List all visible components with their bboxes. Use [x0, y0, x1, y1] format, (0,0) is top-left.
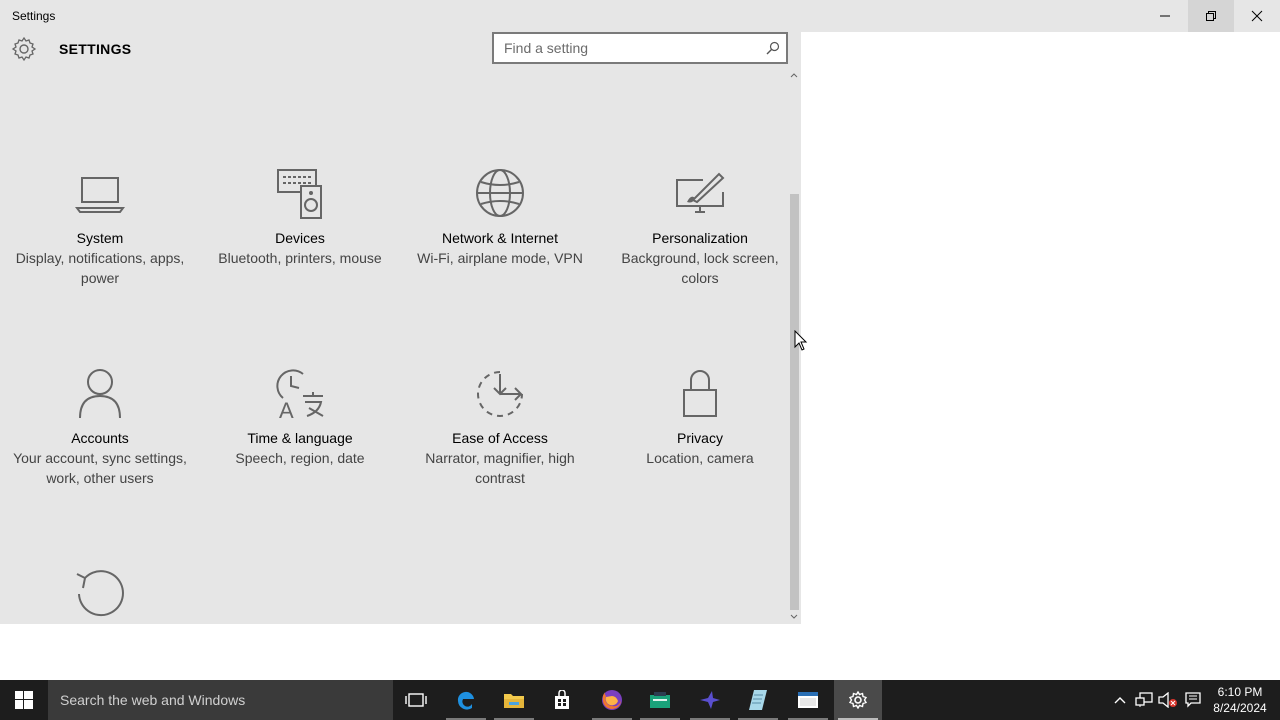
restore-icon	[1206, 11, 1216, 21]
tile-name: Ease of Access	[452, 430, 548, 446]
person-icon	[79, 369, 121, 419]
tile-name: Network & Internet	[442, 230, 558, 246]
tile-name: System	[76, 230, 124, 246]
search-input[interactable]	[494, 34, 754, 62]
page-title: SETTINGS	[59, 41, 132, 57]
tile-description: Location, camera	[646, 450, 754, 466]
file-explorer-icon	[504, 694, 524, 708]
store-icon	[555, 690, 569, 709]
mouse-cursor-icon	[794, 330, 808, 351]
task-view-icon	[405, 693, 427, 707]
show-hidden-icons-button[interactable]	[1110, 690, 1130, 710]
scroll-down-button[interactable]	[787, 610, 801, 624]
firefox-icon	[602, 690, 622, 710]
network-tray-button[interactable]	[1134, 690, 1154, 710]
tile-description: Your account, sync settings, work, other…	[13, 450, 187, 486]
update-refresh-icon	[76, 570, 124, 617]
paint-icon	[676, 172, 725, 213]
taskbar-bird-app[interactable]	[686, 680, 734, 720]
settings-gear-icon	[849, 691, 867, 709]
svg-text:A: A	[279, 398, 294, 422]
tile-name: Privacy	[677, 430, 723, 446]
network-icon	[1135, 692, 1153, 707]
chevron-down-icon	[790, 614, 798, 619]
laptop-icon	[75, 177, 125, 213]
taskbar-terminal[interactable]	[784, 680, 832, 720]
tile-description: Display, notifications, apps, power	[15, 250, 185, 286]
windows-logo-icon	[15, 691, 33, 709]
clock-time: 6:10 PM	[1217, 685, 1263, 699]
tile-description: Background, lock screen, colors	[621, 250, 779, 286]
taskbar-firefox[interactable]	[588, 680, 636, 720]
taskbar-store[interactable]	[538, 680, 586, 720]
taskbar-file-explorer[interactable]	[490, 680, 538, 720]
tile-update-security[interactable]	[10, 568, 190, 624]
tile-accounts[interactable]: Accounts Your account, sync settings, wo…	[10, 368, 190, 488]
action-center-button[interactable]	[1183, 690, 1203, 710]
taskbar-search-text: Search the web and Windows	[60, 692, 246, 708]
title-bar: Settings	[0, 0, 1280, 32]
notification-icon	[1185, 692, 1201, 708]
devices-icon	[277, 169, 322, 219]
search-icon[interactable]	[766, 41, 780, 55]
taskbar-notepad[interactable]	[734, 680, 782, 720]
clock-date: 8/24/2024	[1213, 701, 1267, 715]
edge-icon	[457, 691, 474, 710]
tile-ease-of-access[interactable]: Ease of Access Narrator, magnifier, high…	[410, 368, 590, 488]
tile-description: Wi-Fi, airplane mode, VPN	[417, 250, 583, 266]
notepad-icon	[749, 690, 767, 710]
tile-system[interactable]: System Display, notifications, apps, pow…	[10, 168, 190, 288]
tile-privacy[interactable]: Privacy Location, camera	[610, 368, 790, 468]
taskbar-settings[interactable]	[834, 680, 882, 720]
gear-icon	[11, 36, 37, 62]
tile-name: Time & language	[247, 430, 353, 446]
scroll-thumb[interactable]	[790, 194, 799, 610]
clock-language-icon: A	[276, 369, 324, 422]
close-button[interactable]	[1234, 0, 1280, 32]
close-icon	[1251, 10, 1263, 22]
tile-description: Narrator, magnifier, high contrast	[425, 450, 575, 486]
tile-devices[interactable]: Devices Bluetooth, printers, mouse	[210, 168, 390, 268]
tile-personalization[interactable]: Personalization Background, lock screen,…	[610, 168, 790, 288]
tile-description: Speech, region, date	[235, 450, 365, 466]
tile-network-internet[interactable]: Network & Internet Wi-Fi, airplane mode,…	[410, 168, 590, 268]
search-box[interactable]	[492, 32, 788, 64]
taskbar: Search the web and Windows 6:10 PM 8/24/…	[0, 680, 1280, 720]
tile-name: Devices	[275, 230, 325, 246]
globe-icon	[476, 169, 524, 217]
volume-tray-button[interactable]	[1158, 690, 1178, 710]
chevron-up-icon	[790, 73, 798, 78]
volume-muted-icon	[1158, 692, 1177, 708]
scroll-up-button[interactable]	[787, 68, 801, 82]
settings-panel: SETTINGS System Display, notifications, …	[0, 32, 801, 624]
tile-description: Bluetooth, printers, mouse	[218, 250, 382, 266]
window-title: Settings	[12, 9, 56, 23]
terminal-icon	[798, 692, 818, 708]
taskbar-edge[interactable]	[442, 680, 490, 720]
tile-name: Personalization	[652, 230, 748, 246]
bird-app-icon	[700, 691, 720, 709]
taskbar-app-green[interactable]	[636, 680, 684, 720]
task-view-button[interactable]	[392, 680, 440, 720]
ease-of-access-icon	[477, 371, 523, 417]
minimize-button[interactable]	[1142, 0, 1188, 32]
app-icon	[650, 692, 670, 708]
chevron-up-icon	[1114, 697, 1126, 704]
minimize-icon	[1160, 15, 1170, 17]
taskbar-search-box[interactable]: Search the web and Windows	[48, 680, 393, 720]
tile-time-language[interactable]: A Time & language Speech, region, date	[210, 368, 390, 468]
lock-icon	[683, 370, 717, 417]
start-button[interactable]	[0, 680, 48, 720]
restore-button[interactable]	[1188, 0, 1234, 32]
tile-name: Accounts	[71, 430, 129, 446]
taskbar-clock[interactable]: 6:10 PM 8/24/2024	[1208, 684, 1272, 716]
